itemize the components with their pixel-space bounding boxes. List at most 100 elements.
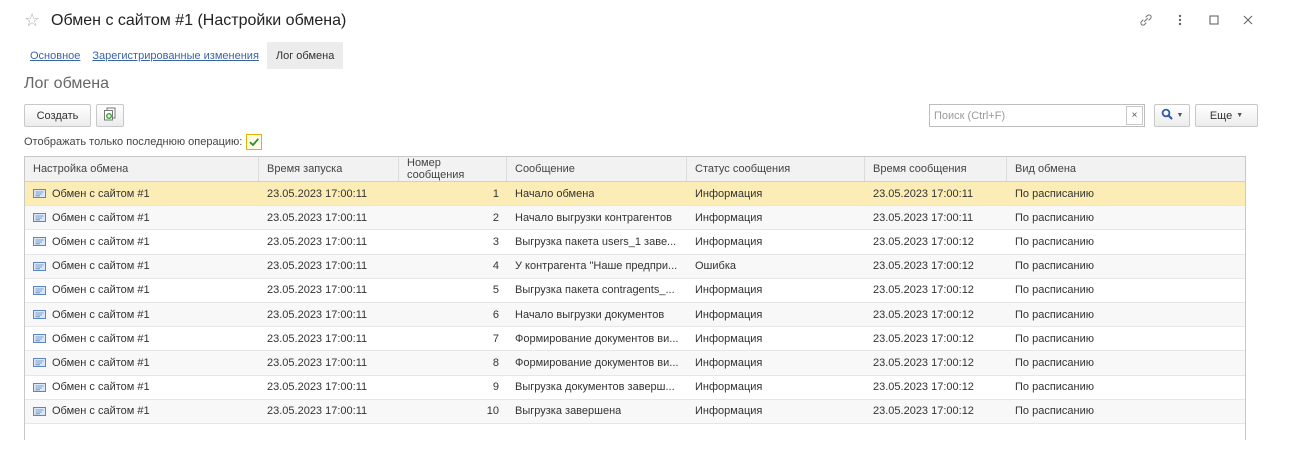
table-row[interactable]: Обмен с сайтом #1 23.05.2023 17:00:11 3 …	[25, 230, 1245, 255]
cell-text: Информация	[695, 284, 763, 297]
cell-message-time: 23.05.2023 17:00:12	[865, 303, 1007, 326]
cell-setting: Обмен с сайтом #1	[25, 182, 259, 205]
cell-exchange-kind: По расписанию	[1007, 206, 1245, 229]
exchange-record-icon	[33, 310, 46, 320]
cell-text: 23.05.2023 17:00:11	[873, 187, 974, 200]
cell-message-status: Информация	[687, 400, 865, 423]
cell-text: По расписанию	[1015, 187, 1095, 200]
cell-start-time: 23.05.2023 17:00:11	[259, 400, 399, 423]
cell-exchange-kind: По расписанию	[1007, 255, 1245, 278]
cell-text: 23.05.2023 17:00:11	[267, 356, 368, 369]
cell-text: По расписанию	[1015, 405, 1095, 418]
last-operation-checkbox[interactable]	[246, 134, 263, 150]
table-row[interactable]: Обмен с сайтом #1 23.05.2023 17:00:11 1 …	[25, 182, 1245, 207]
tab-registered-changes[interactable]: Зарегистрированные изменения	[86, 42, 265, 69]
cell-text: 6	[492, 308, 499, 321]
cell-text: 3	[492, 235, 499, 248]
search-button[interactable]: ▼	[1154, 104, 1190, 127]
cell-text: 1	[492, 187, 499, 200]
cell-text: 8	[492, 356, 499, 369]
table-row[interactable]: Обмен с сайтом #1 23.05.2023 17:00:11 9 …	[25, 376, 1245, 400]
cell-message-number: 6	[399, 303, 507, 326]
cell-text: Выгрузка пакета users_1 заве...	[515, 235, 677, 248]
cell-text: Обмен с сайтом #1	[52, 187, 150, 200]
cell-text: 4	[492, 260, 499, 273]
cell-text: Информация	[695, 235, 763, 248]
search-clear-button[interactable]: ×	[1126, 106, 1143, 125]
cell-start-time: 23.05.2023 17:00:11	[259, 303, 399, 326]
more-button[interactable]: Еще ▼	[1195, 104, 1258, 127]
link-icon[interactable]	[1139, 12, 1153, 28]
column-header[interactable]: Время запуска	[259, 157, 399, 181]
cell-text: 9	[492, 381, 499, 394]
cell-text: 7	[492, 332, 499, 345]
table-row[interactable]: Обмен с сайтом #1 23.05.2023 17:00:11 4 …	[25, 254, 1245, 279]
window-controls	[1139, 12, 1255, 28]
close-icon[interactable]	[1241, 12, 1255, 28]
cell-setting: Обмен с сайтом #1	[25, 351, 259, 374]
cell-text: 23.05.2023 17:00:11	[267, 235, 368, 248]
cell-setting: Обмен с сайтом #1	[25, 327, 259, 350]
cell-message: Выгрузка пакета contragents_...	[507, 279, 687, 302]
cell-message: Формирование документов ви...	[507, 327, 687, 350]
exchange-record-icon	[33, 382, 46, 392]
cell-message: Начало выгрузки документов	[507, 303, 687, 326]
table-row[interactable]: Обмен с сайтом #1 23.05.2023 17:00:11 2 …	[25, 206, 1245, 231]
favorite-star-icon[interactable]: ☆	[24, 10, 40, 30]
cell-text: Обмен с сайтом #1	[52, 332, 150, 345]
tab-main[interactable]: Основное	[24, 42, 86, 69]
more-vertical-icon[interactable]	[1173, 12, 1187, 28]
cell-text: Информация	[695, 308, 763, 321]
toolbar: Создать Поиск (Ctrl+F) × ▼ Еще ▼	[24, 104, 1258, 128]
cell-setting: Обмен с сайтом #1	[25, 376, 259, 399]
cell-text: По расписанию	[1015, 284, 1095, 297]
column-header[interactable]: Вид обмена	[1007, 157, 1245, 181]
cell-text: По расписанию	[1015, 381, 1095, 394]
column-header[interactable]: Номер сообщения	[399, 157, 507, 181]
cell-message: Выгрузка пакета users_1 заве...	[507, 230, 687, 253]
cell-message-status: Информация	[687, 182, 865, 205]
cell-text: 23.05.2023 17:00:11	[267, 405, 368, 418]
cell-message-status: Ошибка	[687, 255, 865, 278]
cell-text: Обмен с сайтом #1	[52, 381, 150, 394]
column-header[interactable]: Сообщение	[507, 157, 687, 181]
cell-text: Информация	[695, 187, 763, 200]
cell-text: По расписанию	[1015, 308, 1095, 321]
cell-text: 5	[492, 284, 499, 297]
cell-text: 23.05.2023 17:00:11	[873, 211, 974, 224]
exchange-record-icon	[33, 334, 46, 344]
cell-text: 23.05.2023 17:00:12	[873, 284, 974, 297]
table-row[interactable]: Обмен с сайтом #1 23.05.2023 17:00:11 8 …	[25, 351, 1245, 376]
column-header[interactable]: Статус сообщения	[687, 157, 865, 181]
cell-setting: Обмен с сайтом #1	[25, 400, 259, 423]
tab-exchange-log[interactable]: Лог обмена	[266, 42, 344, 69]
cell-exchange-kind: По расписанию	[1007, 182, 1245, 205]
exchange-log-table: Настройка обмена Время запуска Номер соо…	[24, 156, 1246, 440]
column-header[interactable]: Время сообщения	[865, 157, 1007, 181]
table-row[interactable]: Обмен с сайтом #1 23.05.2023 17:00:11 6 …	[25, 302, 1245, 328]
cell-text: Информация	[695, 381, 763, 394]
cell-start-time: 23.05.2023 17:00:11	[259, 351, 399, 374]
cell-message-number: 9	[399, 376, 507, 399]
copy-button[interactable]	[96, 104, 124, 127]
cell-start-time: 23.05.2023 17:00:11	[259, 376, 399, 399]
table-row[interactable]: Обмен с сайтом #1 23.05.2023 17:00:11 5 …	[25, 279, 1245, 303]
table-body: Обмен с сайтом #1 23.05.2023 17:00:11 1 …	[25, 182, 1245, 424]
table-row[interactable]: Обмен с сайтом #1 23.05.2023 17:00:11 10…	[25, 399, 1245, 424]
cell-text: 23.05.2023 17:00:12	[873, 405, 974, 418]
cell-message-time: 23.05.2023 17:00:12	[865, 400, 1007, 423]
cell-setting: Обмен с сайтом #1	[25, 279, 259, 302]
cell-text: Обмен с сайтом #1	[52, 211, 150, 224]
cell-message-time: 23.05.2023 17:00:12	[865, 351, 1007, 374]
table-row[interactable]: Обмен с сайтом #1 23.05.2023 17:00:11 7 …	[25, 327, 1245, 352]
search-input[interactable]: Поиск (Ctrl+F)	[929, 104, 1145, 127]
column-header[interactable]: Настройка обмена	[25, 157, 259, 181]
filter-label: Отображать только последнюю операцию:	[24, 136, 243, 148]
exchange-record-icon	[33, 285, 46, 295]
maximize-icon[interactable]	[1207, 12, 1221, 28]
cell-message-status: Информация	[687, 206, 865, 229]
cell-message-time: 23.05.2023 17:00:11	[865, 182, 1007, 205]
cell-text: Выгрузка пакета contragents_...	[515, 284, 675, 297]
cell-text: 23.05.2023 17:00:11	[267, 381, 368, 394]
create-button[interactable]: Создать	[24, 104, 91, 127]
